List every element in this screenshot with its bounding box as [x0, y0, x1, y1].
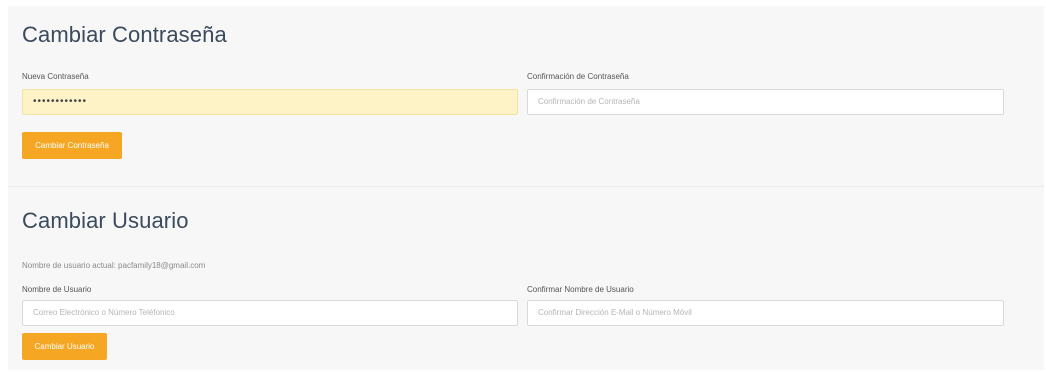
new-password-label: Nueva Contraseña — [22, 72, 89, 81]
change-user-title: Cambiar Usuario — [22, 208, 189, 233]
username-field[interactable]: Correo Electrónico o Número Teléfonico — [22, 300, 518, 326]
change-user-button[interactable]: Cambiar Usuario — [22, 333, 107, 360]
change-password-button[interactable]: Cambiar Contraseña — [22, 132, 122, 159]
settings-panel: Cambiar Contraseña Nueva Contraseña ••••… — [8, 6, 1044, 370]
confirm-password-label: Confirmación de Contraseña — [527, 72, 629, 81]
username-label: Nombre de Usuario — [22, 285, 92, 294]
confirm-password-field[interactable]: Confirmación de Contraseña — [527, 89, 1004, 115]
confirm-username-field[interactable]: Confirmar Dirección E-Mail o Número Móvi… — [527, 300, 1004, 326]
current-username-text: Nombre de usuario actual: pacfamily18@gm… — [22, 261, 206, 270]
change-password-title: Cambiar Contraseña — [22, 22, 227, 47]
confirm-username-label: Confirmar Nombre de Usuario — [527, 285, 634, 294]
section-divider — [8, 186, 1044, 187]
new-password-field[interactable]: •••••••••••• — [22, 89, 518, 115]
